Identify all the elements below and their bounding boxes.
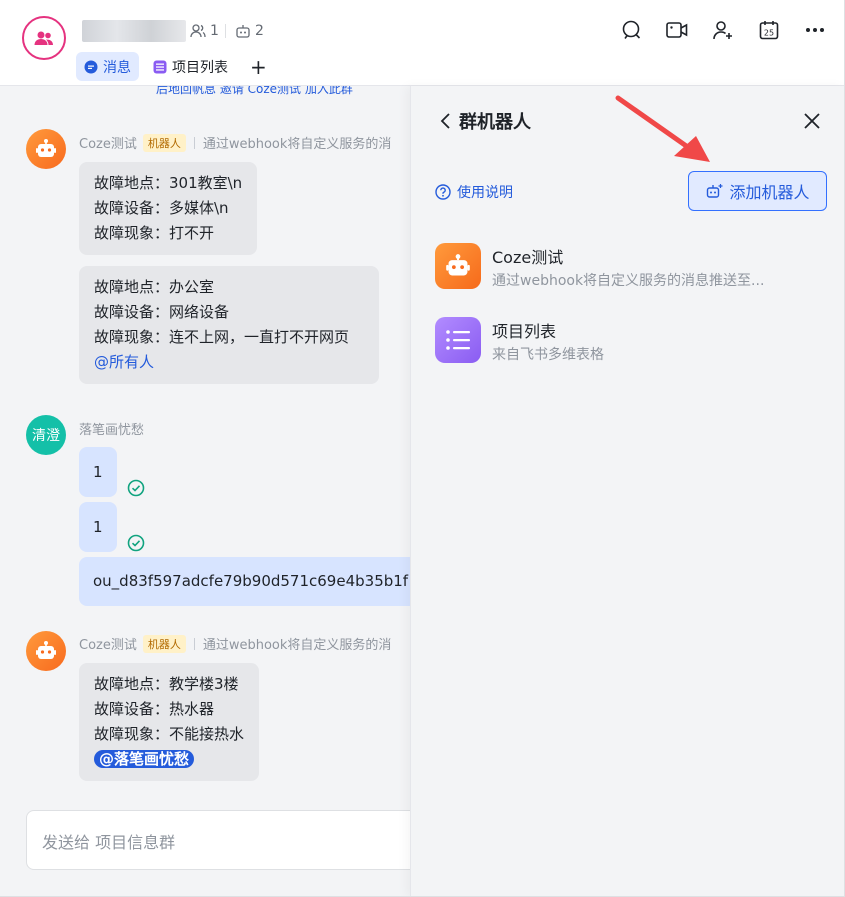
app-window: 1 2 消息 项目列表 + 25 后地回帆息 邀请 Coze测试 加入此群 Co… bbox=[0, 0, 845, 897]
video-icon bbox=[666, 22, 688, 38]
message-bubble[interactable]: 1 bbox=[79, 447, 117, 497]
calendar-icon: 25 bbox=[759, 21, 779, 40]
bot-avatar[interactable] bbox=[26, 631, 66, 671]
message-line: 故障现象：不能接热水 bbox=[94, 725, 245, 743]
member-count-value: 1 bbox=[210, 23, 219, 39]
bot-avatar[interactable] bbox=[26, 129, 66, 169]
tab-label: 消息 bbox=[103, 59, 131, 76]
add-user-icon bbox=[713, 21, 732, 40]
message-bubble[interactable]: ou_d83f597adcfe79b90d571c69e4b35b1f bbox=[79, 557, 410, 606]
bot-name: 项目列表 bbox=[492, 322, 557, 341]
divider bbox=[193, 637, 195, 650]
tab-project-list[interactable]: 项目列表 bbox=[145, 52, 236, 81]
bot-tag: 机器人 bbox=[142, 634, 186, 653]
bot-name: Coze测试 bbox=[492, 248, 564, 267]
composer-placeholder: 发送给 项目信息群 bbox=[42, 833, 176, 852]
bot-description: 来自飞书多维表格 bbox=[492, 347, 604, 363]
system-message: 后地回帆息 邀请 Coze测试 加入此群 bbox=[156, 86, 353, 96]
annotation-arrow-icon bbox=[615, 95, 710, 162]
sender-line: Coze测试 机器人 通过webhook将自定义服务的消 bbox=[79, 634, 391, 653]
more-button[interactable] bbox=[803, 18, 827, 42]
message-line: 故障地点：办公室 bbox=[94, 278, 215, 296]
robot-icon bbox=[236, 25, 250, 38]
mention-user[interactable]: @落笔画忧愁 bbox=[94, 750, 195, 768]
bot-icon bbox=[435, 317, 481, 363]
sender-name[interactable]: Coze测试 bbox=[79, 133, 137, 152]
tab-label: 项目列表 bbox=[172, 59, 228, 76]
message-line: 故障现象：打不开 bbox=[94, 224, 215, 242]
group-bots-panel: 群机器人 使用说明 添加机器人 Coze测试 通过webhook将自定义服务的消… bbox=[410, 86, 844, 896]
message-text: 1 bbox=[93, 463, 103, 481]
user-avatar[interactable]: 清澄 bbox=[26, 415, 66, 455]
avatar-text: 清澄 bbox=[32, 428, 60, 444]
calendar-button[interactable]: 25 bbox=[757, 18, 781, 42]
bot-list-item[interactable]: 项目列表 来自飞书多维表格 bbox=[435, 317, 825, 367]
robot-face-icon bbox=[36, 139, 56, 157]
svg-text:25: 25 bbox=[764, 29, 774, 38]
add-robot-icon bbox=[707, 184, 723, 198]
sender-name[interactable]: 落笔画忧愁 bbox=[79, 419, 144, 438]
header-actions: 25 bbox=[619, 18, 827, 42]
message-text: 1 bbox=[93, 518, 103, 536]
search-chat-icon bbox=[622, 20, 641, 39]
group-name-redacted bbox=[82, 20, 186, 42]
bot-list-item[interactable]: Coze测试 通过webhook将自定义服务的消息推送至... bbox=[435, 243, 825, 293]
message-line: 故障地点：301教室\n bbox=[94, 174, 243, 192]
chat-tabs: 消息 项目列表 + bbox=[76, 52, 267, 81]
usage-link-label: 使用说明 bbox=[457, 185, 513, 201]
robot-face-icon bbox=[36, 641, 56, 659]
bot-description: 通过webhook将自定义服务的消息推送至... bbox=[492, 273, 765, 289]
message-line: 故障地点：教学楼3楼 bbox=[94, 675, 239, 693]
message-list[interactable]: 后地回帆息 邀请 Coze测试 加入此群 Coze测试 机器人 通过webhoo… bbox=[0, 86, 410, 896]
message-bubble[interactable]: 故障地点：301教室\n 故障设备：多媒体\n 故障现象：打不开 bbox=[79, 162, 258, 255]
group-icon bbox=[34, 31, 53, 45]
add-member-button[interactable] bbox=[711, 18, 735, 42]
divider bbox=[193, 136, 195, 149]
group-avatar[interactable] bbox=[22, 16, 66, 60]
bot-description: 通过webhook将自定义服务的消 bbox=[202, 137, 392, 152]
add-bot-label: 添加机器人 bbox=[729, 183, 810, 202]
message-bubble[interactable]: 1 bbox=[79, 502, 117, 552]
bot-count[interactable]: 2 bbox=[235, 20, 264, 42]
bot-icon bbox=[435, 243, 481, 289]
back-icon[interactable] bbox=[439, 112, 453, 130]
message-line: 故障设备：热水器 bbox=[94, 700, 215, 718]
add-tab-button[interactable]: + bbox=[250, 55, 267, 79]
chat-header: 1 2 消息 项目列表 + 25 bbox=[0, 0, 844, 86]
mention-all[interactable]: @所有人 bbox=[94, 353, 154, 371]
tab-messages[interactable]: 消息 bbox=[76, 52, 139, 81]
close-icon[interactable] bbox=[803, 112, 821, 130]
bot-count-value: 2 bbox=[255, 23, 264, 39]
bot-description: 通过webhook将自定义服务的消 bbox=[202, 638, 392, 653]
help-icon bbox=[435, 184, 451, 200]
meta-divider bbox=[225, 24, 226, 38]
table-icon bbox=[153, 60, 167, 73]
add-bot-button[interactable]: 添加机器人 bbox=[688, 171, 827, 211]
robot-face-icon bbox=[446, 254, 470, 276]
sender-name[interactable]: Coze测试 bbox=[79, 634, 137, 653]
more-icon bbox=[806, 28, 824, 32]
message-line: 故障现象：连不上网，一直打不开网页 bbox=[94, 328, 350, 346]
message-line: 故障设备：多媒体\n bbox=[94, 199, 229, 217]
bot-tag: 机器人 bbox=[142, 133, 186, 152]
sender-line: 落笔画忧愁 bbox=[79, 419, 144, 438]
search-button[interactable] bbox=[619, 18, 643, 42]
read-check-icon bbox=[127, 534, 145, 552]
message-text: ou_d83f597adcfe79b90d571c69e4b35b1f bbox=[93, 572, 409, 590]
sender-line: Coze测试 机器人 通过webhook将自定义服务的消 bbox=[79, 133, 391, 152]
message-icon bbox=[84, 60, 98, 73]
video-call-button[interactable] bbox=[665, 18, 689, 42]
message-bubble[interactable]: 故障地点：办公室 故障设备：网络设备 故障现象：连不上网，一直打不开网页 @所有… bbox=[79, 266, 380, 384]
members-icon bbox=[190, 24, 206, 38]
list-icon bbox=[446, 330, 470, 350]
usage-guide-link[interactable]: 使用说明 bbox=[435, 182, 513, 202]
message-bubble[interactable]: 故障地点：教学楼3楼 故障设备：热水器 故障现象：不能接热水 @落笔画忧愁 bbox=[79, 663, 260, 781]
message-line: 故障设备：网络设备 bbox=[94, 303, 230, 321]
panel-title: 群机器人 bbox=[459, 112, 531, 133]
message-composer[interactable]: 发送给 项目信息群 bbox=[26, 810, 410, 870]
read-check-icon bbox=[127, 479, 145, 497]
member-count[interactable]: 1 bbox=[190, 20, 219, 42]
